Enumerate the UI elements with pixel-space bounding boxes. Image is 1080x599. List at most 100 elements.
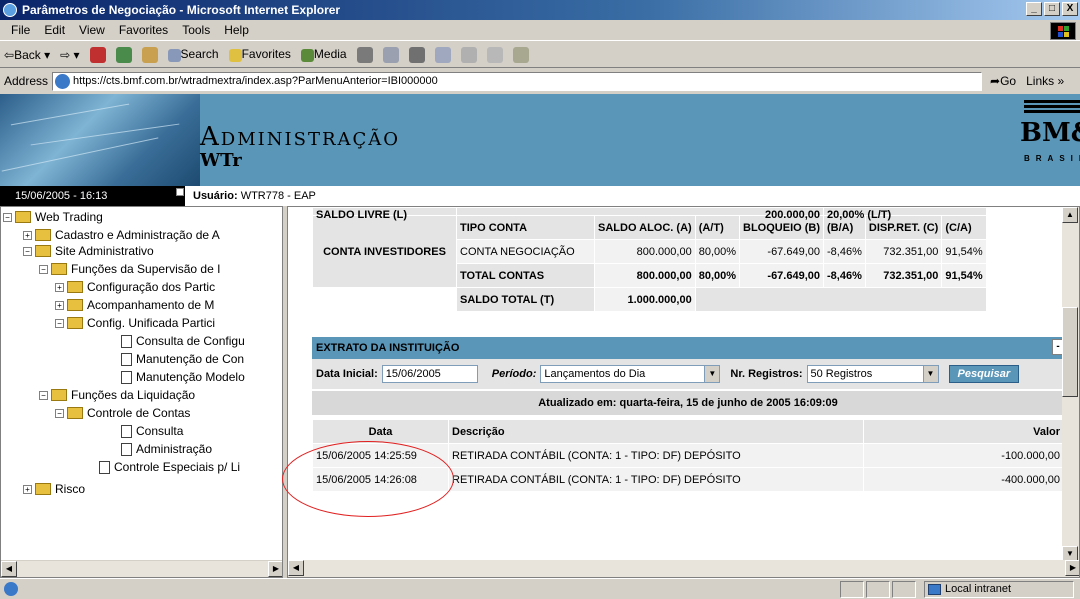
home-icon[interactable] bbox=[141, 46, 158, 63]
address-input[interactable]: https://cts.bmf.com.br/wtradmextra/index… bbox=[52, 71, 983, 91]
maximize-button[interactable]: □ bbox=[1044, 2, 1060, 16]
saldo-total-value: 1.000.000,00 bbox=[594, 287, 696, 312]
tree-label: Controle de Contas bbox=[87, 406, 191, 420]
data-inicial-input[interactable]: 15/06/2005 bbox=[381, 365, 478, 383]
menu-tools[interactable]: Tools bbox=[175, 23, 217, 37]
tree-item-risco[interactable]: + Risco bbox=[23, 481, 85, 497]
logo-name: BM&F bbox=[1020, 118, 1080, 148]
tree-item-liquidacao[interactable]: − Funções da Liquidação bbox=[39, 387, 195, 403]
collapse-icon[interactable]: − bbox=[39, 390, 48, 400]
close-button[interactable]: X bbox=[1062, 2, 1078, 16]
periodo-select[interactable]: Lançamentos do Dia ▼ bbox=[540, 365, 721, 383]
discuss-icon[interactable] bbox=[460, 46, 477, 63]
tree-item-manutencao-modelo[interactable]: Manutenção Modelo bbox=[121, 369, 245, 385]
chevron-down-icon: ▼ bbox=[704, 366, 720, 382]
expand-icon[interactable]: + bbox=[55, 282, 64, 292]
mail-icon[interactable] bbox=[382, 46, 399, 63]
document-icon bbox=[121, 334, 132, 348]
tree-item-configuracao[interactable]: + Configuração dos Partic bbox=[55, 279, 215, 295]
expand-icon[interactable]: + bbox=[23, 484, 32, 494]
scroll-thumb[interactable] bbox=[1062, 307, 1078, 397]
content-pane: SALDO LIVRE (L) 200.000,00 20,00% (L/T) … bbox=[287, 206, 1080, 578]
collapse-icon[interactable]: − bbox=[55, 408, 64, 418]
links-button[interactable]: Links » bbox=[1026, 74, 1064, 88]
edit-icon[interactable] bbox=[434, 46, 451, 63]
favorites-button[interactable]: Favorites bbox=[228, 47, 291, 62]
folder-open-icon bbox=[51, 263, 67, 275]
security-zone: Local intranet bbox=[924, 581, 1074, 598]
menu-view[interactable]: View bbox=[72, 23, 112, 37]
scroll-right-icon[interactable]: ▶ bbox=[268, 561, 282, 577]
menu-help[interactable]: Help bbox=[217, 23, 256, 37]
tree-item-manutencao-con[interactable]: Manutenção de Con bbox=[121, 351, 244, 367]
content-horizontal-scrollbar[interactable]: ◀ ▶ bbox=[288, 560, 1079, 577]
expand-icon[interactable]: + bbox=[55, 300, 64, 310]
minimize-button[interactable]: _ bbox=[1026, 2, 1042, 16]
data-inicial-label: Data Inicial: bbox=[316, 368, 378, 380]
tree-item-acompanhamento[interactable]: + Acompanhamento de M bbox=[55, 297, 214, 313]
collapse-icon[interactable]: − bbox=[3, 212, 12, 222]
pesquisar-button[interactable]: Pesquisar bbox=[948, 365, 1020, 383]
address-label: Address bbox=[4, 74, 49, 88]
tree-item-consulta-configu[interactable]: Consulta de Configu bbox=[121, 333, 245, 349]
search-button[interactable]: Search bbox=[167, 47, 219, 62]
address-url: https://cts.bmf.com.br/wtradmextra/index… bbox=[73, 74, 438, 87]
tree-item-site-administrativo[interactable]: − Site Administrativo bbox=[23, 243, 154, 259]
tree-item-controle-especiais[interactable]: Controle Especiais p/ Li bbox=[99, 459, 240, 475]
scroll-left-icon[interactable]: ◀ bbox=[1, 561, 17, 577]
history-icon[interactable] bbox=[356, 46, 373, 63]
col-c-a: (C/A) bbox=[941, 215, 987, 240]
status-segment bbox=[866, 581, 890, 598]
menu-favorites[interactable]: Favorites bbox=[112, 23, 175, 37]
tree-item-administracao[interactable]: Administração bbox=[121, 441, 212, 457]
status-segment bbox=[892, 581, 916, 598]
tree-item-controle-contas[interactable]: − Controle de Contas bbox=[55, 405, 190, 421]
expand-icon[interactable]: + bbox=[23, 230, 32, 240]
content-vertical-scrollbar[interactable]: ▲ ▼ bbox=[1062, 207, 1079, 562]
go-button[interactable]: ➦Go bbox=[990, 74, 1016, 88]
research-icon[interactable] bbox=[512, 46, 529, 63]
document-icon bbox=[121, 370, 132, 384]
bmf-logo: BM&F BRASIL bbox=[1016, 98, 1080, 178]
saldo-livre-label: SALDO LIVRE (L) bbox=[312, 207, 457, 221]
scroll-left-icon[interactable]: ◀ bbox=[288, 560, 304, 576]
collapse-icon[interactable]: − bbox=[39, 264, 48, 274]
back-button[interactable]: ⇦Back ▾ bbox=[4, 48, 50, 62]
tree-item-cadastro[interactable]: + Cadastro e Administração de A bbox=[23, 227, 220, 243]
collapse-icon[interactable]: − bbox=[23, 246, 32, 256]
conta-investidores-label: CONTA INVESTIDORES bbox=[312, 215, 457, 288]
collapse-icon[interactable]: − bbox=[55, 318, 64, 328]
stop-icon[interactable] bbox=[89, 46, 106, 63]
tree-item-supervisao[interactable]: − Funções da Supervisão de I bbox=[39, 261, 220, 277]
cell: 732.351,00 bbox=[864, 239, 943, 264]
registros-select[interactable]: 50 Registros ▼ bbox=[806, 365, 939, 383]
messenger-icon[interactable] bbox=[486, 46, 503, 63]
collapse-icon[interactable] bbox=[176, 188, 184, 196]
saldo-total-label: SALDO TOTAL (T) bbox=[456, 287, 595, 312]
tree-item-config-unificada[interactable]: − Config. Unificada Partici bbox=[55, 315, 215, 331]
document-icon bbox=[99, 460, 110, 474]
menu-edit[interactable]: Edit bbox=[37, 23, 72, 37]
logo-sub: BRASIL bbox=[1024, 154, 1080, 163]
print-icon[interactable] bbox=[408, 46, 425, 63]
tree-item-consulta[interactable]: Consulta bbox=[121, 423, 183, 439]
cell: 80,00% bbox=[694, 263, 741, 288]
refresh-icon[interactable] bbox=[115, 46, 132, 63]
saldo-table: SALDO LIVRE (L) 200.000,00 20,00% (L/T) … bbox=[312, 207, 987, 312]
cell: 80,00% bbox=[694, 239, 741, 264]
scroll-right-icon[interactable]: ▶ bbox=[1065, 560, 1079, 576]
window-title: Parâmetros de Negociação - Microsoft Int… bbox=[22, 3, 341, 17]
scroll-up-icon[interactable]: ▲ bbox=[1062, 207, 1078, 223]
folder-icon bbox=[35, 483, 51, 495]
filter-bar: Data Inicial: 15/06/2005 Período: Lançam… bbox=[312, 359, 1064, 389]
tree-horizontal-scrollbar[interactable]: ◀ ▶ bbox=[1, 560, 282, 577]
tree-item-web-trading[interactable]: − Web Trading bbox=[3, 209, 103, 225]
cell: -67.649,00 bbox=[739, 263, 825, 288]
document-icon bbox=[121, 442, 132, 456]
tree-label: Administração bbox=[136, 442, 213, 456]
user-value: WTR778 - EAP bbox=[240, 190, 316, 202]
forward-button[interactable]: ⇨ ▾ bbox=[60, 48, 79, 62]
media-button[interactable]: Media bbox=[300, 47, 347, 62]
tree-label: Risco bbox=[55, 482, 86, 496]
menu-file[interactable]: File bbox=[4, 23, 37, 37]
